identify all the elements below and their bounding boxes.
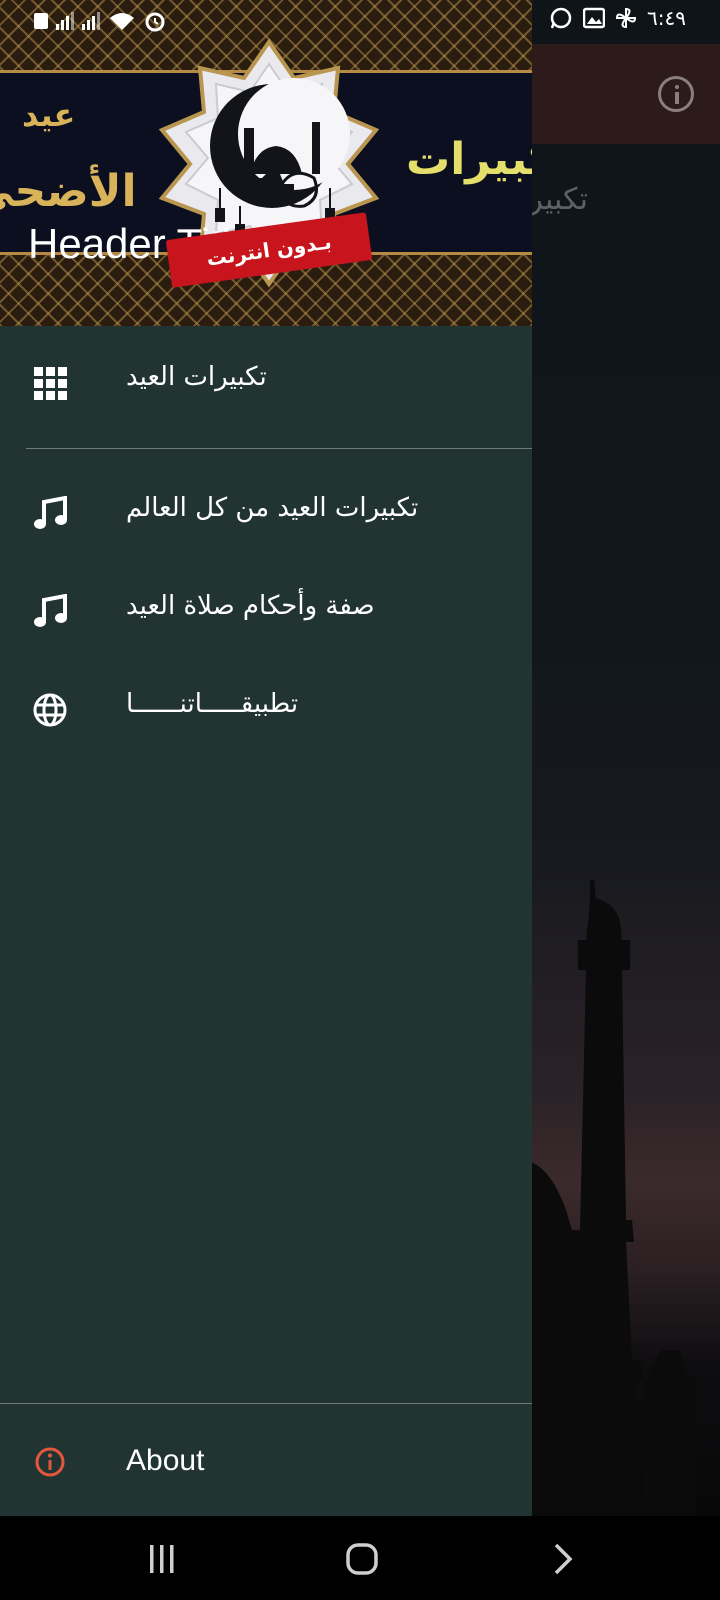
alarm-icon xyxy=(145,12,165,32)
menu-item-world-takbirat[interactable]: تكبيرات العيد من كل العالم xyxy=(0,465,532,563)
globe-icon xyxy=(33,693,67,727)
menu-item-eid-takbirat[interactable]: تكبيرات العيد xyxy=(0,334,532,432)
pinwheel-icon xyxy=(616,7,637,29)
music-note-icon xyxy=(34,594,67,627)
grid-icon xyxy=(34,367,67,400)
menu-item-about[interactable]: About xyxy=(0,1420,532,1510)
about-divider xyxy=(0,1403,532,1404)
notification-icon xyxy=(34,13,48,29)
status-right-icons: ٦:٤٩ xyxy=(549,6,686,30)
banner-word-takbirat: تكبيرات xyxy=(406,134,532,185)
status-time: ٦:٤٩ xyxy=(647,6,686,30)
navigation-drawer: عيد الأضحى تكبيرات Header Title بـدون ان… xyxy=(0,0,532,1516)
info-icon[interactable] xyxy=(658,76,694,112)
menu-item-label: تكبيرات العيد xyxy=(126,362,267,392)
status-left-icons xyxy=(34,10,166,32)
app-partial-title: تكبيرات xyxy=(528,182,588,217)
menu-item-eid-prayer-rulings[interactable]: صفة وأحكام صلاة العيد xyxy=(0,563,532,661)
menu-divider xyxy=(26,448,532,449)
status-bar: ٦:٤٩ xyxy=(0,0,720,44)
drawer-menu: تكبيرات العيد تكبيرات العيد من كل العالم… xyxy=(0,326,532,759)
minaret-silhouette xyxy=(520,880,696,1516)
back-button[interactable] xyxy=(542,1542,582,1576)
menu-item-label: صفة وأحكام صلاة العيد xyxy=(126,591,375,621)
banner-word-eid: عيد xyxy=(22,96,76,134)
recent-apps-button[interactable] xyxy=(142,1542,182,1576)
menu-item-label: تكبيرات العيد من كل العالم xyxy=(126,493,419,523)
whatsapp-icon xyxy=(550,7,572,29)
ribbon-text: بـدون انترنت xyxy=(204,229,334,271)
menu-item-our-apps[interactable]: تطبيقـــــاتنــــــا xyxy=(0,661,532,759)
banner-word-adha: الأضحى xyxy=(0,166,137,217)
wifi-icon xyxy=(110,13,134,30)
about-label: About xyxy=(126,1444,205,1477)
signal-icon xyxy=(56,12,74,30)
gallery-icon xyxy=(583,7,606,29)
signal-icon xyxy=(82,12,100,30)
home-button[interactable] xyxy=(342,1542,382,1576)
music-note-icon xyxy=(34,496,67,529)
system-nav-bar xyxy=(0,1516,720,1600)
drawer-header: عيد الأضحى تكبيرات Header Title بـدون ان… xyxy=(0,0,532,326)
menu-item-label: تطبيقـــــاتنــــــا xyxy=(126,689,299,719)
info-icon xyxy=(35,1447,65,1477)
